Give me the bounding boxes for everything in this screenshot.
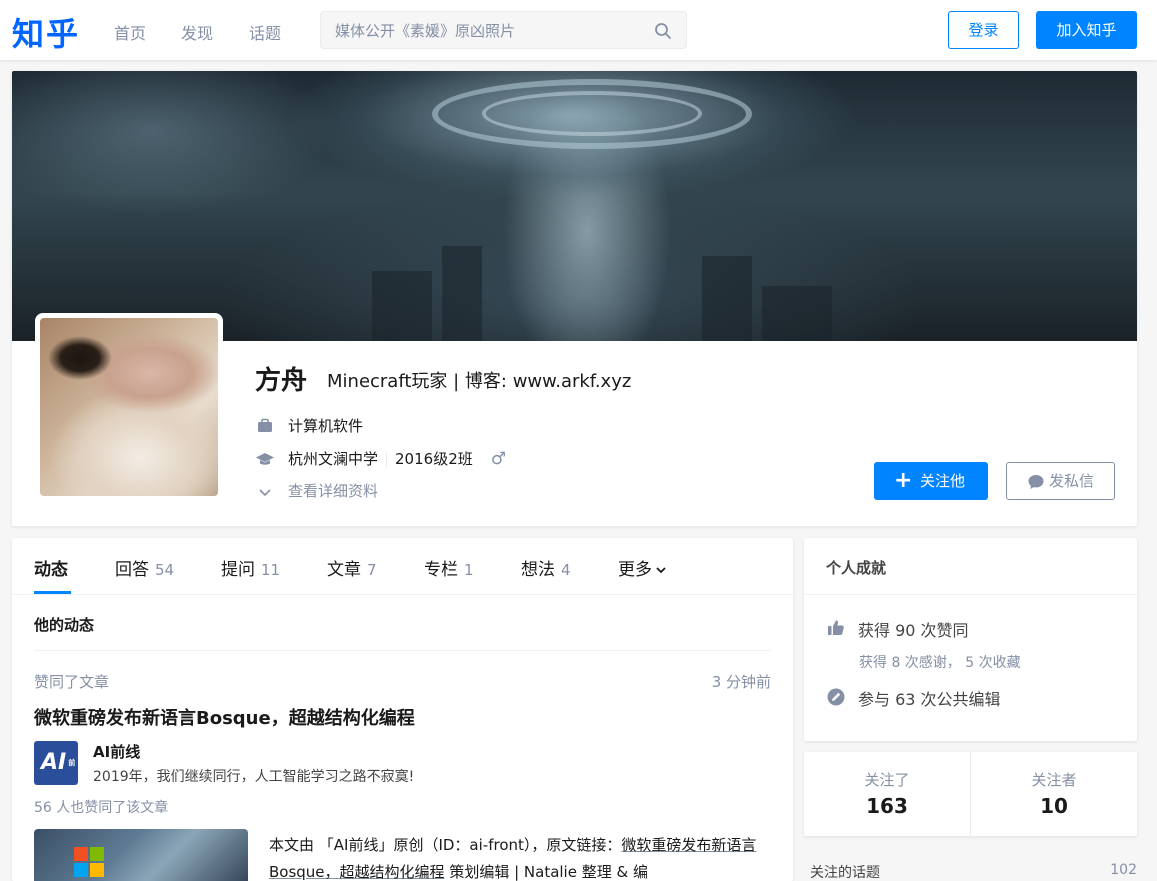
chevron-down-icon [656, 567, 666, 574]
search-icon[interactable] [654, 22, 672, 44]
cover-building [442, 246, 482, 341]
tab-label: 回答 [115, 560, 149, 580]
author-bio: 2019年，我们继续同行，人工智能学习之路不寂寞! [93, 769, 415, 785]
cover-ufo-shape-inner [482, 91, 702, 136]
achievements-card: 个人成就 获得 90 次赞同 获得 8 次感谢， 5 次收藏 参与 63 次公共… [804, 538, 1137, 741]
article-thumbnail[interactable] [34, 829, 248, 881]
achievement-thanks-favs: 获得 8 次感谢， 5 次收藏 [859, 655, 1021, 671]
profile-name: 方舟 [255, 366, 308, 396]
follow-button[interactable]: + 关注他 [874, 462, 988, 500]
activity-time: 3 分钟前 [711, 673, 771, 691]
followed-topics-row[interactable]: 关注的话题 102 [804, 862, 1137, 881]
followers-count: 10 [1040, 794, 1068, 818]
profile-headline: Minecraft玩家 | 博客: www.arkf.xyz [327, 371, 632, 392]
tab-label: 更多 [618, 560, 652, 580]
join-button[interactable]: 加入知乎 [1036, 11, 1137, 49]
followed-topics-label: 关注的话题 [810, 865, 880, 881]
following-stat[interactable]: 关注了 163 [804, 752, 970, 836]
activity-card: 动态 回答 54 提问 11 文章 7 专栏 1 想法 4 更多 他的动态 赞同了文章 3… [12, 538, 793, 881]
thumbnail-square [74, 863, 88, 877]
profile-tabs: 动态 回答 54 提问 11 文章 7 专栏 1 想法 4 更多 [12, 538, 793, 595]
tab-label: 动态 [34, 560, 68, 580]
nav-home[interactable]: 首页 [114, 20, 146, 44]
tab-count: 11 [261, 561, 281, 579]
tab-columns[interactable]: 专栏 1 [424, 555, 474, 580]
top-header: 知乎 首页 发现 话题 登录 加入知乎 [0, 0, 1157, 60]
followers-label: 关注者 [1031, 771, 1077, 789]
tab-questions[interactable]: 提问 11 [221, 555, 280, 580]
author-name[interactable]: AI前线 [93, 741, 140, 762]
divider [804, 594, 1137, 595]
tab-answers[interactable]: 回答 54 [115, 555, 174, 580]
search-box [320, 11, 687, 49]
thumbnail-square [90, 863, 104, 877]
cover-building [762, 286, 832, 341]
edit-pencil-icon [826, 687, 846, 707]
tab-count: 54 [155, 561, 175, 579]
following-count: 163 [866, 794, 908, 818]
thumbs-up-icon [826, 618, 846, 638]
tab-label: 专栏 [424, 560, 458, 580]
excerpt-text: 策划编辑 | Natalie 整理 & 编 [444, 863, 648, 881]
author-avatar-text: AI [41, 750, 67, 775]
nav-discover[interactable]: 发现 [181, 20, 213, 44]
tab-label: 文章 [327, 560, 361, 580]
tab-count: 4 [561, 561, 571, 579]
tab-label: 想法 [521, 560, 555, 580]
article-title[interactable]: 微软重磅发布新语言Bosque，超越结构化编程 [34, 704, 415, 730]
briefcase-icon [255, 416, 275, 436]
article-excerpt[interactable]: 本文由 「AI前线」原创（ID：ai-front），原文链接：微软重磅发布新语言… [269, 832, 764, 881]
followers-stat[interactable]: 关注者 10 [971, 752, 1137, 836]
achievement-likes: 获得 90 次赞同 [858, 621, 969, 640]
tab-articles[interactable]: 文章 7 [327, 555, 377, 580]
cover-building [702, 256, 752, 341]
excerpt-text: 本文由 「AI前线」原创（ID：ai-front），原文链接： [269, 836, 622, 854]
profile-industry: 计算机软件 [288, 417, 364, 435]
follow-button-label: 关注他 [920, 472, 966, 490]
graduation-cap-icon [255, 449, 275, 469]
view-details-link[interactable]: 查看详细资料 [288, 480, 378, 501]
login-button[interactable]: 登录 [948, 11, 1019, 49]
cover-building [372, 271, 432, 341]
profile-header-card: 方舟 Minecraft玩家 | 博客: www.arkf.xyz 计算机软件 … [12, 71, 1137, 526]
tab-activity[interactable]: 动态 [34, 555, 68, 580]
tab-count: 1 [464, 561, 474, 579]
section-title: 他的动态 [34, 616, 95, 634]
message-button-label: 发私信 [1049, 472, 1095, 490]
follow-stats-card: 关注了 163 关注者 10 [804, 752, 1137, 836]
tab-ideas[interactable]: 想法 4 [521, 555, 571, 580]
avatar-frame [35, 313, 223, 501]
zhihu-logo[interactable]: 知乎 [12, 9, 80, 55]
followed-topics-count: 102 [1110, 862, 1137, 878]
achievement-edits: 参与 63 次公共编辑 [858, 690, 1001, 709]
following-label: 关注了 [864, 771, 910, 789]
profile-education: 杭州文澜中学 2016级2班 ♂ [288, 448, 506, 469]
profile-school: 杭州文澜中学 [288, 450, 379, 468]
profile-class: 2016级2班 [395, 450, 473, 468]
divider [34, 650, 771, 651]
cover-image [12, 71, 1137, 341]
active-tab-indicator [34, 591, 71, 594]
tab-count: 7 [367, 561, 377, 579]
message-button[interactable]: 发私信 [1006, 462, 1115, 500]
tab-more[interactable]: 更多 [618, 555, 668, 580]
chat-bubble-icon [1028, 475, 1044, 489]
avatar[interactable] [40, 318, 218, 496]
author-avatar[interactable]: AI 前线 [34, 741, 78, 811]
activity-action: 赞同了文章 [34, 673, 110, 691]
thumbnail-square [74, 847, 88, 861]
thumbnail-square [90, 847, 104, 861]
search-input[interactable] [335, 20, 635, 42]
plus-icon: + [894, 468, 913, 493]
gender-male-icon: ♂ [490, 449, 506, 469]
chevron-down-icon[interactable] [255, 482, 275, 502]
achievements-title: 个人成就 [826, 559, 887, 577]
divider [386, 452, 388, 467]
nav-topics[interactable]: 话题 [249, 20, 281, 44]
vote-count: 56 人也赞同了该文章 [34, 800, 169, 816]
tab-label: 提问 [221, 560, 255, 580]
